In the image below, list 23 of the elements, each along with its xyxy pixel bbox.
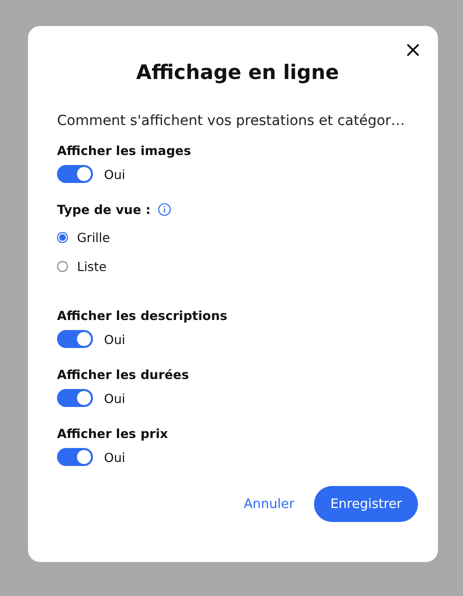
radio-label: Liste: [77, 258, 107, 274]
setting-label: Afficher les durées: [57, 366, 189, 382]
close-icon[interactable]: [404, 41, 422, 59]
info-icon[interactable]: [158, 202, 171, 216]
radio-label: Grille: [77, 230, 110, 244]
save-button[interactable]: Enregistrer: [314, 486, 418, 522]
setting-label: Afficher les images: [57, 142, 192, 158]
toggle-switch[interactable]: [57, 448, 93, 466]
toggle-switch[interactable]: [57, 165, 93, 183]
dialog-title: Affichage en ligne: [135, 60, 340, 84]
cancel-link[interactable]: Annuler: [244, 496, 294, 512]
toggle-label: Oui: [104, 332, 126, 346]
toggle-label: Oui: [104, 450, 126, 464]
setting-label: Afficher les prix: [57, 426, 168, 440]
toggle-switch[interactable]: [57, 330, 93, 348]
description-text: Comment s'affichent vos prestations et catégor…: [57, 112, 406, 130]
radio-button[interactable]: [57, 232, 68, 242]
radio-button[interactable]: [57, 260, 68, 272]
setting-label: Afficher les descriptions: [57, 308, 228, 322]
toggle-label: Oui: [104, 390, 126, 406]
toggle-switch[interactable]: [57, 389, 93, 407]
toggle-label: Oui: [104, 166, 126, 182]
setting-label: Type de vue :: [57, 202, 151, 216]
